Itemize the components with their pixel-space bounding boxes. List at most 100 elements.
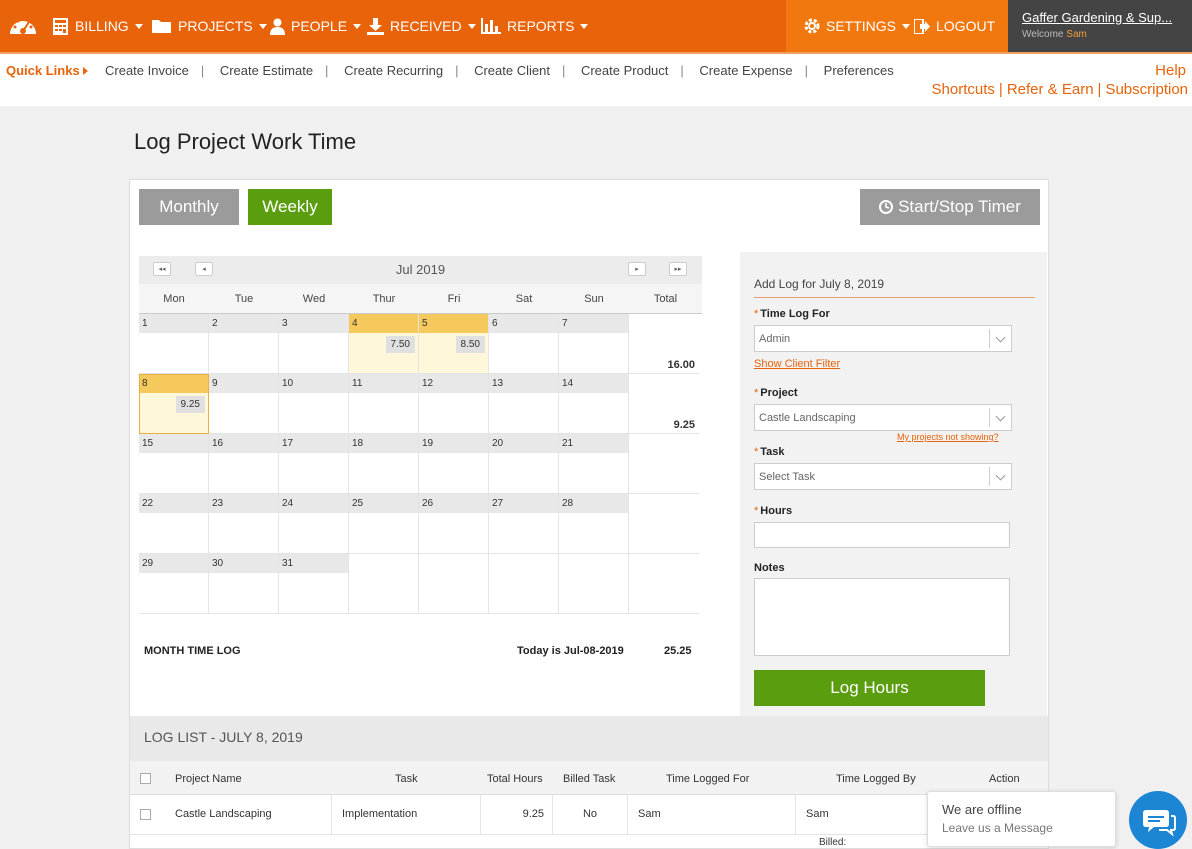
calendar-empty-day: [489, 554, 559, 614]
projects-missing-link[interactable]: My projects not showing?: [897, 432, 999, 442]
calendar-day[interactable]: 8 9.25: [139, 374, 209, 434]
calendar-day[interactable]: 3: [279, 314, 349, 374]
calendar-day[interactable]: 7: [559, 314, 629, 374]
col-billed-task: Billed Task: [563, 773, 616, 785]
calendar-day[interactable]: 1: [139, 314, 209, 374]
calendar-day[interactable]: 14: [559, 374, 629, 434]
notes-textarea[interactable]: [754, 578, 1010, 656]
start-stop-timer-button[interactable]: Start/Stop Timer: [860, 189, 1040, 225]
account-info[interactable]: Gaffer Gardening & Sup... Welcome Sam: [1008, 0, 1192, 52]
calendar-day-number: 10: [279, 374, 348, 393]
week-total: 9.25: [629, 374, 699, 434]
quicklink-preferences[interactable]: Preferences: [824, 63, 894, 78]
dow-wed: Wed: [302, 293, 326, 305]
calendar-day-number: 24: [279, 494, 348, 513]
log-hours-button[interactable]: Log Hours: [754, 670, 985, 706]
row-checkbox[interactable]: [140, 809, 151, 820]
caret-down-icon: [258, 23, 267, 29]
chevron-down-icon: [989, 408, 1011, 427]
hours-input[interactable]: [754, 522, 1010, 548]
calendar-day[interactable]: 25: [349, 494, 419, 554]
next-month-button[interactable]: ▸: [628, 262, 646, 276]
nav-received[interactable]: RECEIVED: [367, 0, 476, 52]
caret-down-icon: [134, 23, 143, 29]
dashboard-gauge-icon[interactable]: [8, 12, 38, 38]
calendar-day[interactable]: 30: [209, 554, 279, 614]
calendar-week: 29 30 31: [139, 554, 702, 614]
nav-logout[interactable]: LOGOUT: [914, 0, 995, 52]
chat-offline-box[interactable]: We are offline Leave us a Message: [927, 791, 1116, 847]
select-all-checkbox[interactable]: [140, 773, 151, 784]
quicklink-create-product[interactable]: Create Product: [581, 63, 668, 78]
caret-down-icon: [353, 23, 362, 29]
calendar-day-number: 27: [489, 494, 558, 513]
calendar-day-number: [419, 554, 488, 573]
quicklink-create-recurring[interactable]: Create Recurring: [344, 63, 443, 78]
nav-received-label: RECEIVED: [390, 18, 462, 34]
calendar-day[interactable]: 24: [279, 494, 349, 554]
folder-icon: [152, 19, 171, 33]
chat-button[interactable]: [1129, 791, 1187, 849]
account-name[interactable]: Gaffer Gardening & Sup...: [1022, 10, 1182, 25]
calendar-day[interactable]: 21: [559, 434, 629, 494]
calendar-day[interactable]: 9: [209, 374, 279, 434]
calendar-day[interactable]: 16: [209, 434, 279, 494]
nav-settings[interactable]: SETTINGS: [804, 0, 911, 52]
calendar-day[interactable]: 29: [139, 554, 209, 614]
calendar-day[interactable]: 23: [209, 494, 279, 554]
calendar-day[interactable]: 11: [349, 374, 419, 434]
chat-cta: Leave us a Message: [942, 821, 1053, 835]
calendar-day[interactable]: 31: [279, 554, 349, 614]
shortcuts-link[interactable]: Shortcuts: [932, 81, 995, 98]
calendar-day[interactable]: 22: [139, 494, 209, 554]
quicklink-create-invoice[interactable]: Create Invoice: [105, 63, 189, 78]
add-log-form: Add Log for July 8, 2019 * Time Log For A…: [740, 252, 1047, 716]
time-log-for-select[interactable]: Admin: [754, 325, 1012, 352]
quicklink-create-expense[interactable]: Create Expense: [699, 63, 792, 78]
calendar-day[interactable]: 20: [489, 434, 559, 494]
show-client-filter-link[interactable]: Show Client Filter: [754, 358, 840, 370]
calendar-day-number: 1: [139, 314, 208, 333]
refer-earn-link[interactable]: Refer & Earn: [1007, 81, 1094, 98]
nav-billing[interactable]: BILLING: [52, 0, 143, 52]
col-total-hours: Total Hours: [487, 773, 543, 785]
calendar-day-number: 16: [209, 434, 278, 453]
logout-icon: [914, 18, 930, 34]
calendar-day[interactable]: 19: [419, 434, 489, 494]
calendar-day[interactable]: 5 8.50: [419, 314, 489, 374]
calendar-day-number: 28: [559, 494, 628, 513]
task-select[interactable]: Select Task: [754, 463, 1012, 490]
quicklink-create-client[interactable]: Create Client: [474, 63, 550, 78]
week-total: [629, 494, 699, 554]
calendar-day[interactable]: 6: [489, 314, 559, 374]
calendar-day[interactable]: 27: [489, 494, 559, 554]
week-total-value: 9.25: [673, 419, 695, 431]
calendar-day[interactable]: 18: [349, 434, 419, 494]
nav-reports[interactable]: REPORTS: [481, 0, 589, 52]
calendar-day[interactable]: 4 7.50: [349, 314, 419, 374]
calendar-day-number: 19: [419, 434, 488, 453]
billed-label: Billed:: [819, 837, 847, 848]
calendar-day[interactable]: 15: [139, 434, 209, 494]
clock-icon: [879, 200, 894, 214]
calendar-day[interactable]: 12: [419, 374, 489, 434]
quick-links-bar: Quick Links Create Invoice | Create Estim…: [0, 52, 1192, 106]
nav-people[interactable]: PEOPLE: [270, 0, 362, 52]
nav-projects[interactable]: PROJECTS: [152, 0, 267, 52]
calendar-day[interactable]: 10: [279, 374, 349, 434]
next-year-button[interactable]: ▸▸: [669, 262, 687, 276]
subscription-link[interactable]: Subscription: [1105, 81, 1188, 98]
calendar-day[interactable]: 17: [279, 434, 349, 494]
col-project-name: Project Name: [175, 773, 242, 785]
calendar-day[interactable]: 26: [419, 494, 489, 554]
calendar-day-number: [489, 554, 558, 573]
user-name: Sam: [1066, 29, 1087, 40]
calendar-day[interactable]: 2: [209, 314, 279, 374]
weekly-button[interactable]: Weekly: [248, 189, 332, 225]
monthly-button[interactable]: Monthly: [139, 189, 239, 225]
help-link[interactable]: Help: [1155, 62, 1186, 79]
calendar-day[interactable]: 28: [559, 494, 629, 554]
calendar-day[interactable]: 13: [489, 374, 559, 434]
quicklink-create-estimate[interactable]: Create Estimate: [220, 63, 313, 78]
project-select[interactable]: Castle Landscaping: [754, 404, 1012, 431]
